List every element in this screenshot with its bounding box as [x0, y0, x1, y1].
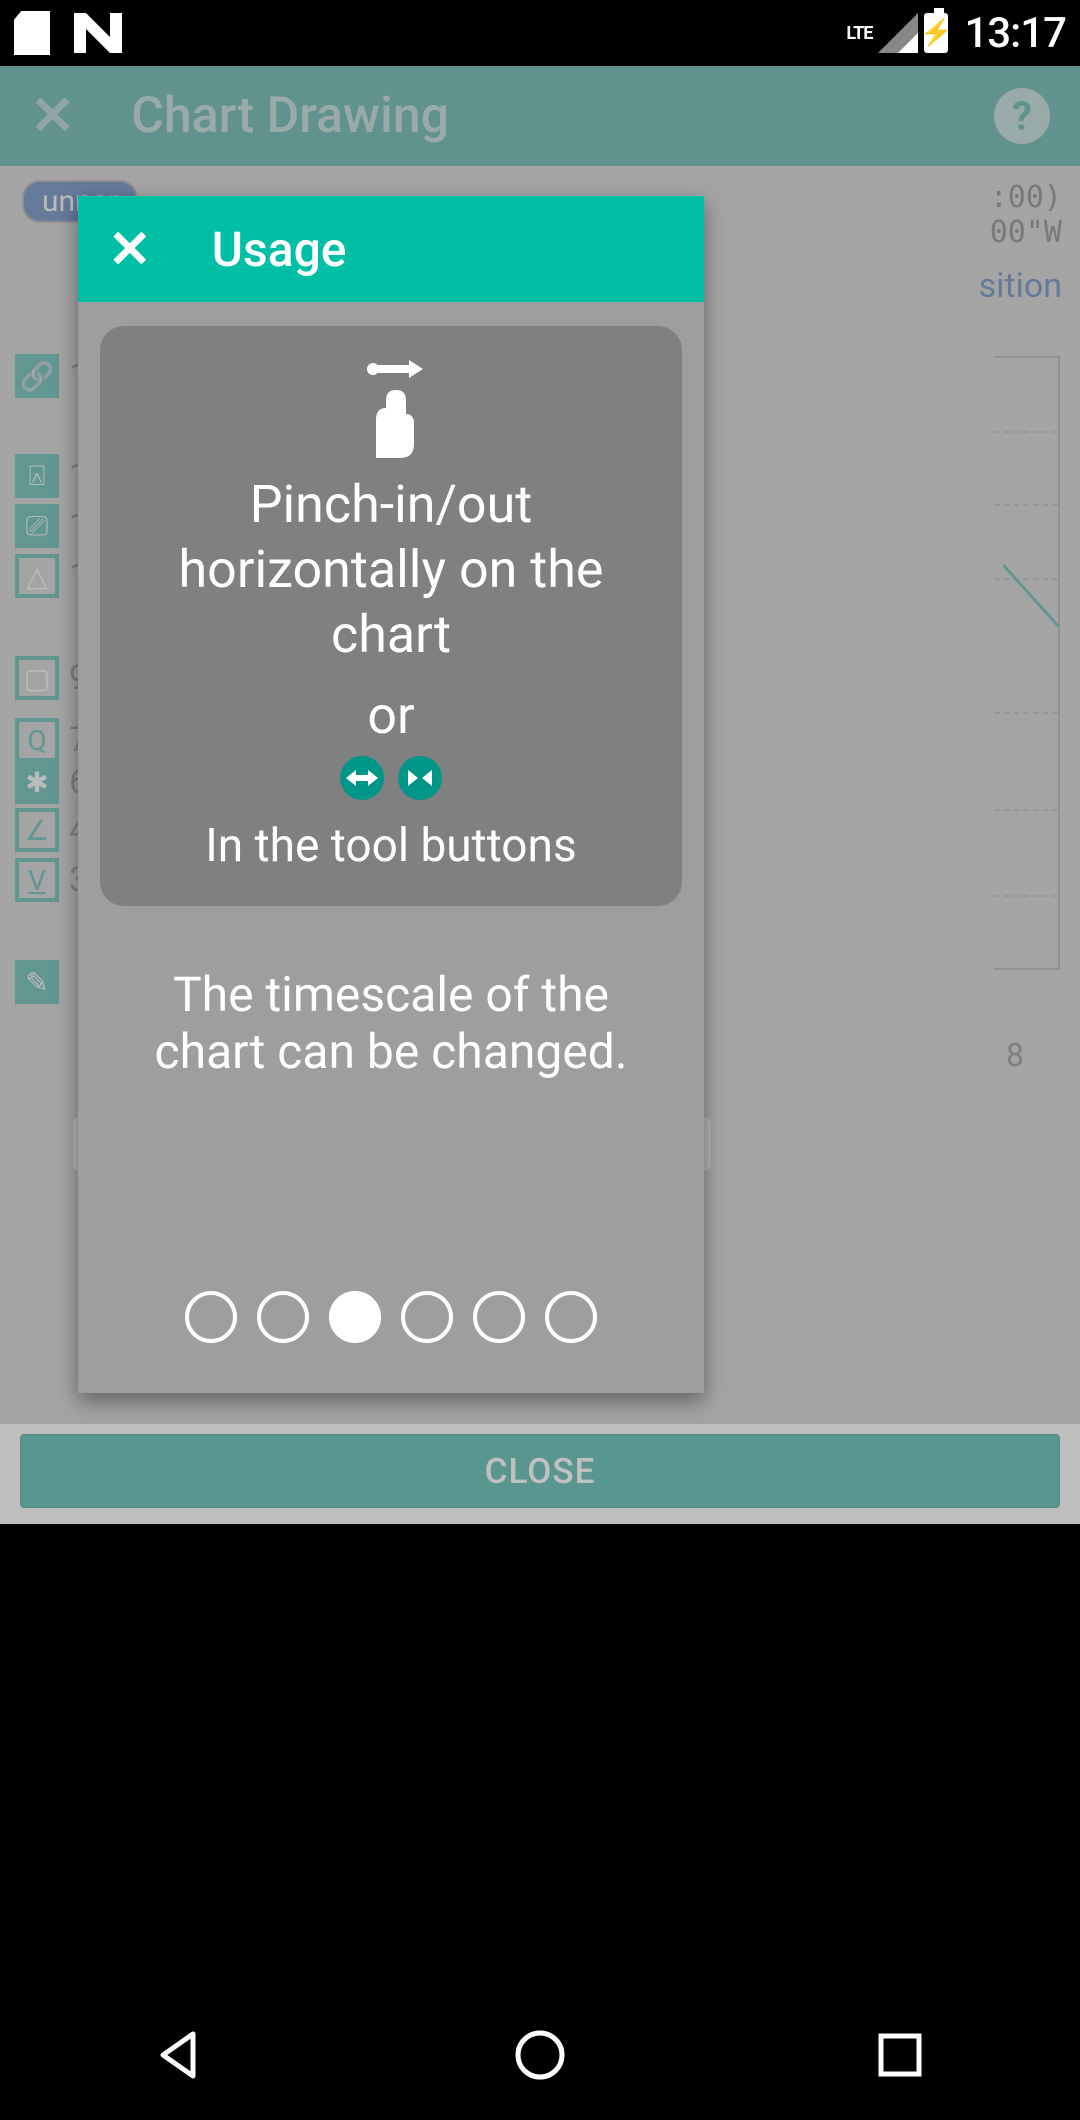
- signal-icon: [878, 13, 918, 53]
- square-icon[interactable]: ▢: [15, 656, 59, 700]
- v-icon[interactable]: V: [15, 858, 59, 902]
- android-nav-bar: [0, 1990, 1080, 2120]
- link-icon[interactable]: 🔗: [15, 354, 59, 398]
- chart-preview: [994, 356, 1060, 970]
- recents-button[interactable]: [860, 2015, 940, 2095]
- status-time: 13:17: [964, 9, 1066, 58]
- sd-card-icon: [14, 11, 50, 55]
- page-dot-5[interactable]: [473, 1291, 525, 1343]
- dialog-or: or: [367, 685, 414, 746]
- dialog-title: Usage: [212, 221, 347, 278]
- dialog-line-2: In the tool buttons: [205, 818, 576, 876]
- horizontal-arrows-icon: [359, 352, 423, 386]
- help-icon[interactable]: ?: [994, 88, 1050, 144]
- angle-icon[interactable]: ∠: [15, 808, 59, 852]
- table-icon[interactable]: ⍓: [15, 454, 59, 498]
- dialog-line-1: Pinch-in/out horizontally on the chart: [130, 472, 652, 667]
- position-link-partial[interactable]: sition: [979, 266, 1062, 306]
- dialog-close-icon[interactable]: ✕: [108, 219, 152, 280]
- battery-charging-icon: ⚡: [924, 13, 948, 53]
- android-n-icon: [74, 13, 122, 53]
- brush-icon[interactable]: ✎: [15, 960, 59, 1004]
- app-bar: ✕ Chart Drawing ?: [0, 66, 1080, 166]
- network-lte-label: LTE: [846, 23, 872, 44]
- back-button[interactable]: [140, 2015, 220, 2095]
- close-icon[interactable]: ✕: [30, 84, 75, 148]
- page-dot-4[interactable]: [401, 1291, 453, 1343]
- zoom-out-icon: [340, 756, 384, 800]
- zoom-in-icon: [398, 756, 442, 800]
- pinch-hand-icon: [356, 386, 426, 462]
- usage-dialog: ✕ Usage Pinch-in/out horizontally on the…: [78, 196, 704, 1393]
- q-icon[interactable]: Q: [15, 718, 59, 762]
- page-indicator: [100, 1291, 682, 1343]
- dialog-description: The timescale of the chart can be change…: [120, 966, 662, 1081]
- page-dot-3[interactable]: [329, 1291, 381, 1343]
- close-bar-wrap: CLOSE: [0, 1434, 1080, 1524]
- coord-text-1: :00) 00"W: [990, 180, 1062, 250]
- status-bar: LTE ⚡ 13:17: [0, 0, 1080, 66]
- axis-label: 8: [1006, 1036, 1024, 1074]
- page-dot-1[interactable]: [185, 1291, 237, 1343]
- dialog-header: ✕ Usage: [78, 196, 704, 302]
- page-title: Chart Drawing: [131, 87, 449, 145]
- triangle-icon[interactable]: △: [15, 554, 59, 598]
- home-button[interactable]: [500, 2015, 580, 2095]
- star-icon[interactable]: ✱: [15, 760, 59, 804]
- page-dot-2[interactable]: [257, 1291, 309, 1343]
- display-icon[interactable]: ⎚: [15, 504, 59, 548]
- dialog-instruction-card: Pinch-in/out horizontally on the chart o…: [100, 326, 682, 906]
- page-dot-6[interactable]: [545, 1291, 597, 1343]
